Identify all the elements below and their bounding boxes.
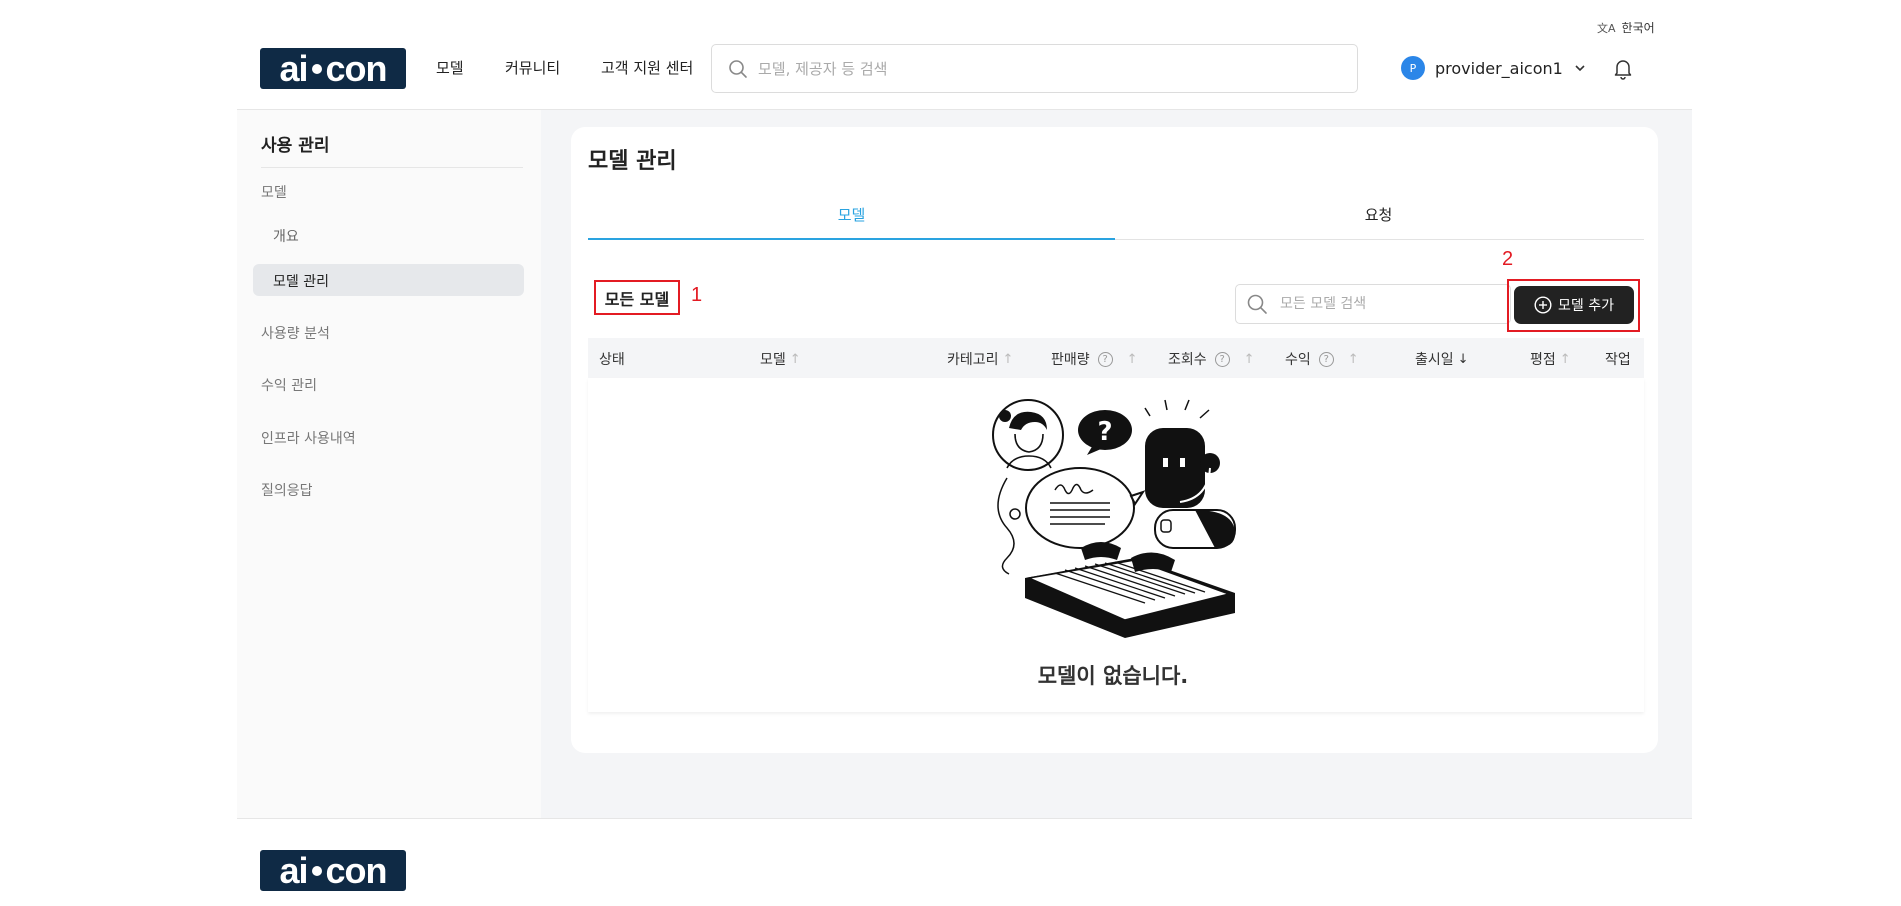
global-search[interactable] <box>711 44 1358 93</box>
plus-circle-icon <box>1534 296 1552 314</box>
tab-active-indicator <box>588 238 1115 240</box>
column-revenue[interactable]: 수익? ↑ <box>1285 349 1359 369</box>
sort-down-icon: ↓ <box>1457 351 1469 367</box>
sidebar-item-revenue[interactable]: 수익 관리 <box>261 375 317 395</box>
column-model-label: 모델 <box>760 352 786 368</box>
nav-community[interactable]: 커뮤니티 <box>505 57 560 78</box>
tab-request[interactable]: 요청 <box>1115 204 1642 225</box>
add-model-button[interactable]: 모델 추가 <box>1514 286 1634 324</box>
sort-up-icon: ↑ <box>1559 351 1571 367</box>
language-switcher[interactable]: 文A 한국어 <box>1597 19 1655 36</box>
model-search[interactable] <box>1235 284 1511 324</box>
logo-text-ai: ai <box>279 849 308 891</box>
model-search-input[interactable] <box>1280 296 1500 312</box>
column-action-label: 작업 <box>1605 352 1631 368</box>
help-icon[interactable]: ? <box>1097 351 1113 367</box>
sidebar <box>237 110 541 818</box>
column-release-date[interactable]: 출시일 ↓ <box>1415 349 1469 369</box>
column-sales-label: 판매량 <box>1051 352 1090 368</box>
empty-state-message: 모델이 없습니다. <box>1037 664 1189 688</box>
help-icon[interactable]: ? <box>1214 351 1230 367</box>
logo-text-con: con <box>325 47 388 89</box>
sidebar-title: 사용 관리 <box>261 136 330 156</box>
help-icon[interactable]: ? <box>1318 351 1334 367</box>
avatar: P <box>1401 56 1425 80</box>
column-views-label: 조회수 <box>1168 352 1207 368</box>
column-rating-label: 평점 <box>1530 352 1556 368</box>
sidebar-item-qna[interactable]: 질의응답 <box>261 480 313 500</box>
column-revenue-label: 수익 <box>1285 352 1311 368</box>
search-icon <box>1247 294 1267 314</box>
global-search-input[interactable] <box>758 59 1318 78</box>
sidebar-item-overview[interactable]: 개요 <box>273 226 299 246</box>
logo-dot <box>311 865 322 876</box>
logo-dot <box>311 63 322 74</box>
column-rating[interactable]: 평점 ↑ <box>1530 349 1571 369</box>
footer-logo[interactable]: ai con <box>260 850 406 891</box>
sort-up-icon: ↑ <box>1002 351 1014 367</box>
sidebar-item-model[interactable]: 모델 <box>261 182 287 202</box>
tab-model[interactable]: 모델 <box>588 204 1115 225</box>
sidebar-divider <box>261 167 523 168</box>
empty-state-illustration: ? <box>992 399 1236 638</box>
column-model[interactable]: 모델 ↑ <box>760 349 801 369</box>
column-status-label: 상태 <box>599 352 625 368</box>
bell-icon[interactable] <box>1613 58 1633 80</box>
language-label: 한국어 <box>1621 21 1655 35</box>
column-category-label: 카테고리 <box>947 352 999 368</box>
section-title-all-models: 모든 모델 <box>594 280 680 315</box>
column-category[interactable]: 카테고리 ↑ <box>947 349 1013 369</box>
chevron-down-icon <box>1575 65 1585 72</box>
sort-up-icon: ↑ <box>1126 351 1138 367</box>
column-action: 작업 <box>1605 349 1631 369</box>
column-status: 상태 <box>599 349 625 369</box>
annotation-2: 2 <box>1502 248 1514 270</box>
logo-text-con: con <box>325 849 388 891</box>
search-icon <box>729 59 747 78</box>
column-sales[interactable]: 판매량? ↑ <box>1051 349 1138 369</box>
user-menu[interactable]: P provider_aicon1 <box>1401 56 1587 80</box>
nav-support-center[interactable]: 고객 지원 센터 <box>601 57 693 78</box>
footer-divider <box>237 818 1692 819</box>
sort-up-icon: ↑ <box>789 351 801 367</box>
translate-icon: 文A <box>1597 21 1616 35</box>
add-model-label: 모델 추가 <box>1558 298 1614 314</box>
column-views[interactable]: 조회수? ↑ <box>1168 349 1255 369</box>
logo[interactable]: ai con <box>260 48 406 89</box>
sidebar-item-infra-usage[interactable]: 인프라 사용내역 <box>261 428 356 448</box>
logo-text-ai: ai <box>279 47 308 89</box>
nav-model[interactable]: 모델 <box>436 57 464 78</box>
sidebar-item-usage-analysis[interactable]: 사용량 분석 <box>261 323 330 343</box>
column-release-date-label: 출시일 <box>1415 352 1454 368</box>
svg-text:?: ? <box>1097 417 1112 447</box>
username: provider_aicon1 <box>1435 58 1563 78</box>
sidebar-item-model-management-label: 모델 관리 <box>273 274 329 290</box>
page-title: 모델 관리 <box>588 149 677 174</box>
sort-up-icon: ↑ <box>1347 351 1359 367</box>
sort-up-icon: ↑ <box>1243 351 1255 367</box>
annotation-1: 1 <box>691 284 703 306</box>
